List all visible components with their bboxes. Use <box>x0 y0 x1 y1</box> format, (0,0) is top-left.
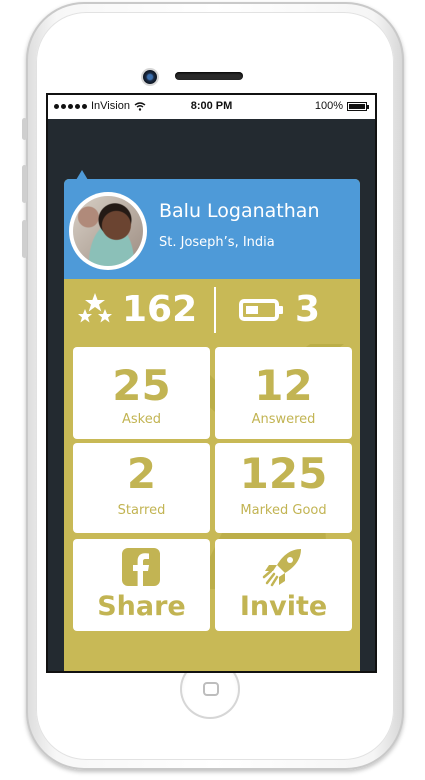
status-bar: InVision 8:00 PM 100% <box>48 95 375 119</box>
invite-label: Invite <box>239 591 328 622</box>
stars-icon <box>78 292 112 322</box>
asked-count: 25 <box>112 361 171 410</box>
marked-good-count: 125 <box>239 449 328 498</box>
volume-down-button <box>22 220 27 258</box>
profile-card: Balu Loganathan St. Joseph’s, India 162 <box>64 179 360 671</box>
profile-header: Balu Loganathan St. Joseph’s, India <box>64 179 360 279</box>
profile-name: Balu Loganathan <box>159 200 320 222</box>
marked-good-tile[interactable]: 125 Marked Good <box>215 443 352 533</box>
battery-stat: 3 <box>239 279 320 340</box>
avatar[interactable] <box>69 192 147 270</box>
asked-tile[interactable]: 25 Asked <box>73 347 210 439</box>
starred-label: Starred <box>117 503 166 518</box>
stats-divider <box>214 287 216 333</box>
stars-stat: 162 <box>76 279 197 340</box>
stars-count: 162 <box>122 289 198 330</box>
earpiece-speaker <box>175 72 243 80</box>
volume-up-button <box>22 165 27 203</box>
app-screen: InVision 8:00 PM 100% Balu Loganathan St… <box>48 95 375 671</box>
rocket-icon <box>262 549 301 587</box>
mute-switch <box>22 118 27 140</box>
marked-good-label: Marked Good <box>240 503 327 518</box>
stats-band: 162 3 <box>64 279 360 340</box>
battery-icon <box>239 298 283 321</box>
battery-status-icon <box>347 101 369 111</box>
profile-location: St. Joseph’s, India <box>159 235 275 250</box>
starred-tile[interactable]: 2 Starred <box>73 443 210 533</box>
facebook-icon <box>122 548 160 586</box>
home-button-glyph <box>203 682 219 696</box>
answered-label: Answered <box>251 412 316 427</box>
avatar-photo <box>73 196 143 266</box>
battery-count: 3 <box>295 289 321 330</box>
battery-percent: 100% <box>314 100 343 112</box>
share-label: Share <box>97 591 186 622</box>
answered-tile[interactable]: 12 Answered <box>215 347 352 439</box>
invite-button[interactable]: Invite <box>215 539 352 631</box>
front-camera <box>143 70 157 84</box>
status-right: 100% <box>314 100 369 112</box>
starred-count: 2 <box>126 449 157 498</box>
share-button[interactable]: Share <box>73 539 210 631</box>
answered-count: 12 <box>254 361 313 410</box>
asked-label: Asked <box>122 412 161 427</box>
